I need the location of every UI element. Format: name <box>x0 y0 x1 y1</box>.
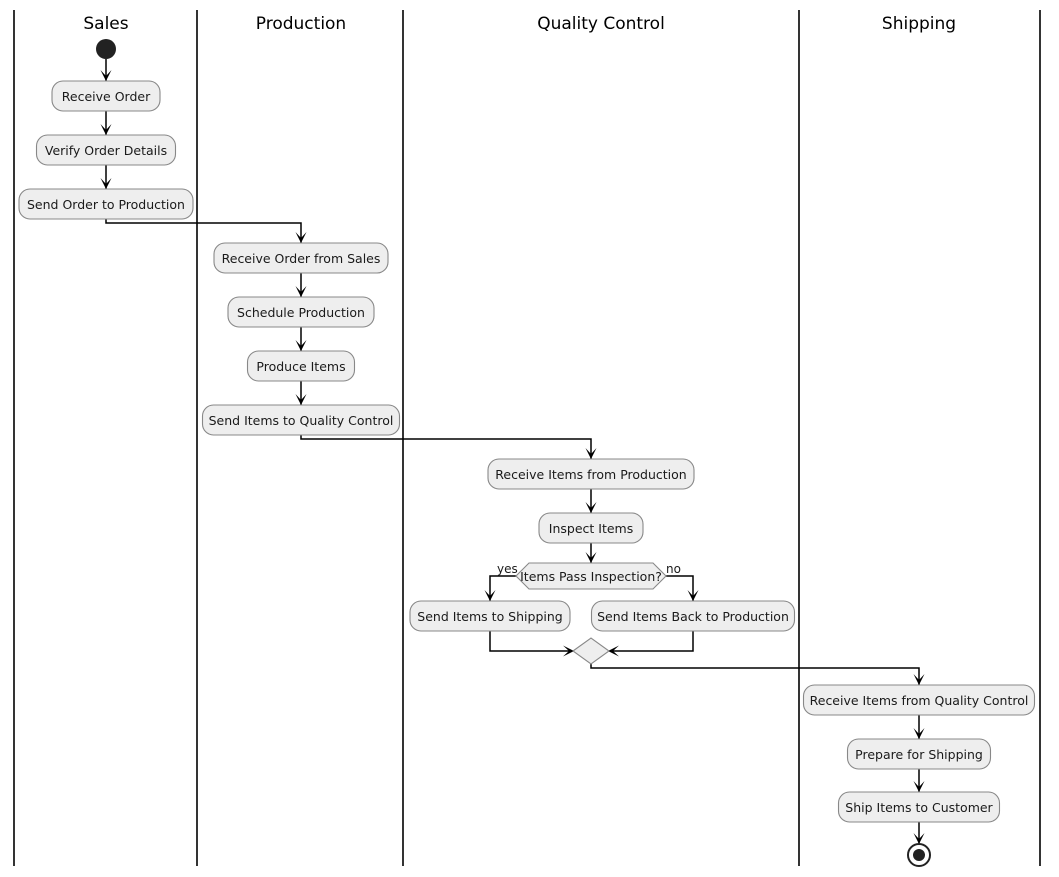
activity-label-send_items_to_shipping: Send Items to Shipping <box>417 609 562 624</box>
lane-title-sales: Sales <box>83 14 128 34</box>
activity-label-ship_items_to_customer: Ship Items to Customer <box>845 800 993 815</box>
decision-node-items_pass_inspection[interactable]: Items Pass Inspection? <box>515 562 667 590</box>
activity-node-receive_items_from_production[interactable]: Receive Items from Production <box>487 458 695 490</box>
activity-label-produce_items: Produce Items <box>256 359 345 374</box>
activity-node-schedule_production[interactable]: Schedule Production <box>227 296 375 328</box>
activity-label-receive_order_from_sales: Receive Order from Sales <box>222 251 381 266</box>
flow-send_items_back_to_production-to-merge <box>609 631 694 652</box>
activity-diagram-canvas: Sales Production Quality Control Shipping R… <box>0 0 1059 877</box>
start-node <box>96 39 116 59</box>
activity-node-send_items_to_shipping[interactable]: Send Items to Shipping <box>409 600 571 632</box>
lane-title-production: Production <box>256 14 346 34</box>
activity-node-send_order_to_production[interactable]: Send Order to Production <box>18 188 194 220</box>
activity-label-verify_order_details: Verify Order Details <box>45 143 167 158</box>
flow-send_order_to_production-to-receive_order_from_sales <box>105 219 302 243</box>
activity-label-receive_order: Receive Order <box>62 89 151 104</box>
activity-label-inspect_items: Inspect Items <box>549 521 633 536</box>
activity-node-receive_items_from_quality_control[interactable]: Receive Items from Quality Control <box>802 684 1036 716</box>
activity-node-send_items_back_to_production[interactable]: Send Items Back to Production <box>590 600 796 632</box>
activity-label-prepare_for_shipping: Prepare for Shipping <box>855 747 983 762</box>
activity-label-receive_items_from_quality_control: Receive Items from Quality Control <box>810 693 1029 708</box>
activity-node-verify_order_details[interactable]: Verify Order Details <box>35 134 177 166</box>
activity-node-send_items_to_quality_control[interactable]: Send Items to Quality Control <box>201 404 401 436</box>
activity-node-inspect_items[interactable]: Inspect Items <box>538 512 644 544</box>
flow-send_items_to_quality_control-to-receive_items_from_production <box>300 435 592 459</box>
lane-title-group: Sales Production Quality Control Shipping <box>83 14 956 34</box>
activity-node-produce_items[interactable]: Produce Items <box>246 350 356 382</box>
decision-label-items_pass_inspection: Items Pass Inspection? <box>520 569 662 584</box>
merge-node-merge <box>572 637 610 665</box>
end-node <box>907 843 931 867</box>
diagram-svg: Sales Production Quality Control Shipping R… <box>13 10 1041 867</box>
flow-items_pass_inspection-to-send_items_back_to_production <box>666 575 694 601</box>
end-node-core <box>913 849 925 861</box>
branch-label-yes: yes <box>497 562 518 576</box>
flow-items_pass_inspection-to-send_items_to_shipping <box>489 575 516 601</box>
lane-title-quality_control: Quality Control <box>537 14 665 34</box>
activity-label-schedule_production: Schedule Production <box>237 305 365 320</box>
node-group: Receive Order Verify Order Details Send Or… <box>18 39 1036 867</box>
activity-node-receive_order[interactable]: Receive Order <box>51 80 161 112</box>
flow-merge-to-receive_items_from_quality_control <box>590 664 920 685</box>
activity-label-send_order_to_production: Send Order to Production <box>27 197 185 212</box>
activity-label-send_items_to_quality_control: Send Items to Quality Control <box>209 413 394 428</box>
branch-label-no: no <box>666 562 681 576</box>
activity-node-prepare_for_shipping[interactable]: Prepare for Shipping <box>846 738 992 770</box>
lane-title-shipping: Shipping <box>882 14 956 34</box>
flow-edge-group <box>100 59 925 844</box>
activity-label-receive_items_from_production: Receive Items from Production <box>495 467 686 482</box>
activity-node-receive_order_from_sales[interactable]: Receive Order from Sales <box>213 242 389 274</box>
flow-send_items_to_shipping-to-merge <box>489 631 573 652</box>
activity-node-ship_items_to_customer[interactable]: Ship Items to Customer <box>837 791 1001 823</box>
activity-label-send_items_back_to_production: Send Items Back to Production <box>597 609 789 624</box>
